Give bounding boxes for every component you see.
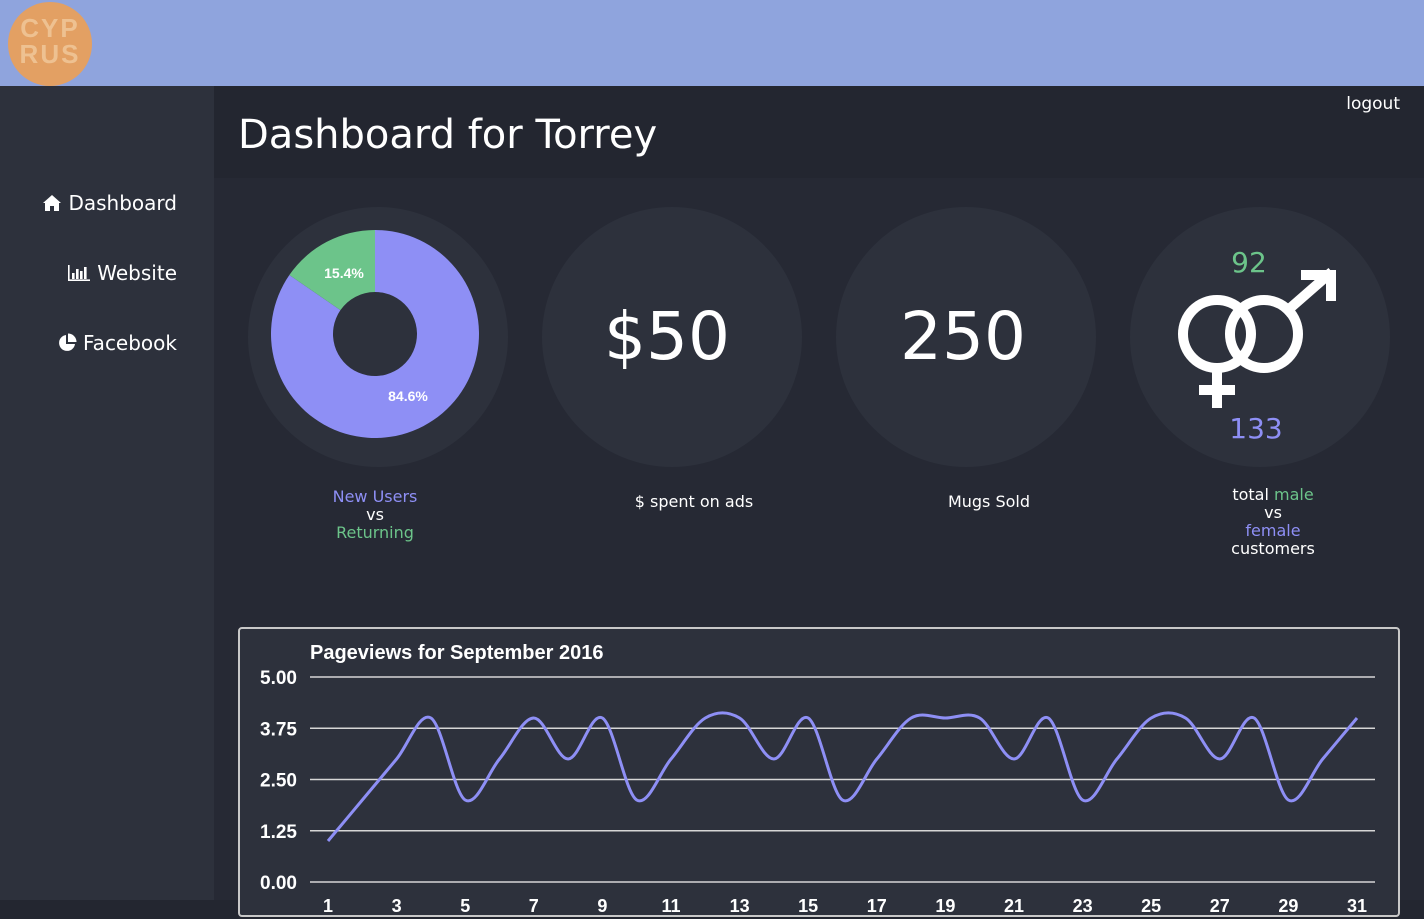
caption-total: total bbox=[1232, 485, 1269, 504]
female-count: 133 bbox=[1229, 412, 1283, 445]
y-tick-label: 2.50 bbox=[260, 771, 297, 792]
data-point-day-23[interactable] bbox=[1077, 794, 1089, 806]
caption-new-users: New Users bbox=[332, 487, 418, 506]
cyprus-logo[interactable]: CYP RUS bbox=[8, 2, 92, 86]
users-donut-chart: 15.4% 84.6% bbox=[271, 230, 479, 438]
x-tick-label: 13 bbox=[730, 896, 750, 916]
data-point-day-11[interactable] bbox=[665, 753, 677, 765]
mugs-sold-value: 250 bbox=[900, 298, 1026, 375]
data-point-day-22[interactable] bbox=[1042, 712, 1054, 724]
data-point-day-13[interactable] bbox=[734, 712, 746, 724]
users-stat-circle: 15.4% 84.6% bbox=[248, 207, 508, 467]
pageviews-chart-panel: Pageviews for September 2016 5.00 3.75 2.5… bbox=[238, 627, 1400, 917]
pageviews-series-line[interactable] bbox=[326, 711, 1359, 842]
data-point-day-27[interactable] bbox=[1214, 753, 1226, 765]
ads-spent-value: $50 bbox=[604, 298, 730, 375]
data-point-day-6[interactable] bbox=[494, 753, 506, 765]
logo-line-1: CYP bbox=[20, 13, 80, 43]
x-tick-label: 11 bbox=[661, 896, 680, 916]
male-count: 92 bbox=[1231, 246, 1267, 279]
data-point-day-24[interactable] bbox=[1111, 753, 1123, 765]
data-point-day-25[interactable] bbox=[1145, 712, 1157, 724]
sidebar-item-website[interactable]: Website bbox=[67, 261, 177, 285]
bar-chart-icon bbox=[67, 264, 91, 282]
data-point-day-8[interactable] bbox=[562, 753, 574, 765]
caption-vs: vs bbox=[366, 505, 384, 524]
caption-female: female bbox=[1245, 521, 1301, 540]
caption-male: male bbox=[1274, 485, 1314, 504]
x-tick-label: 27 bbox=[1210, 896, 1230, 916]
data-point-day-4[interactable] bbox=[425, 712, 437, 724]
sidebar-item-facebook[interactable]: Facebook bbox=[57, 331, 177, 355]
data-point-day-10[interactable] bbox=[631, 794, 643, 806]
data-point-day-21[interactable] bbox=[1008, 753, 1020, 765]
x-tick-label: 25 bbox=[1141, 896, 1161, 916]
mugs-stat-circle: 250 bbox=[836, 207, 1096, 467]
x-tick-label: 23 bbox=[1073, 896, 1093, 916]
x-tick-label: 31 bbox=[1347, 896, 1367, 916]
caption-customers: customers bbox=[1231, 539, 1315, 558]
data-point-day-20[interactable] bbox=[974, 712, 986, 724]
data-point-day-9[interactable] bbox=[596, 712, 608, 724]
data-point-day-30[interactable] bbox=[1317, 753, 1329, 765]
x-tick-label: 7 bbox=[529, 896, 539, 916]
y-tick-label: 3.75 bbox=[260, 719, 297, 740]
ads-stat-circle: $50 bbox=[542, 207, 802, 467]
y-tick-label: 5.00 bbox=[260, 668, 297, 689]
donut-label-new-users: 84.6% bbox=[388, 388, 428, 404]
data-point-day-15[interactable] bbox=[802, 712, 814, 724]
data-point-day-3[interactable] bbox=[391, 753, 403, 765]
x-tick-label: 15 bbox=[798, 896, 818, 916]
x-tick-label: 19 bbox=[935, 896, 955, 916]
data-point-day-19[interactable] bbox=[939, 712, 951, 724]
page-title: Dashboard for Torrey bbox=[238, 112, 658, 158]
ads-caption: $ spent on ads bbox=[634, 492, 754, 511]
y-tick-label: 1.25 bbox=[260, 822, 297, 843]
top-bar: CYP RUS bbox=[0, 0, 1424, 86]
sidebar-item-dashboard[interactable]: Dashboard bbox=[42, 191, 177, 215]
sidebar-item-label: Facebook bbox=[83, 331, 177, 355]
sidebar-item-label: Dashboard bbox=[68, 191, 177, 215]
x-tick-label: 29 bbox=[1278, 896, 1298, 916]
x-tick-label: 3 bbox=[392, 896, 402, 916]
data-point-day-1[interactable] bbox=[322, 835, 334, 847]
sidebar-item-label: Website bbox=[97, 261, 177, 285]
pageviews-line-chart: Pageviews for September 2016 5.00 3.75 2.5… bbox=[260, 642, 1375, 916]
data-point-day-12[interactable] bbox=[699, 712, 711, 724]
x-tick-label: 17 bbox=[867, 896, 887, 916]
sidebar: Dashboard Website Facebook bbox=[0, 86, 214, 900]
caption-vs: vs bbox=[1264, 503, 1282, 522]
x-tick-label: 21 bbox=[1004, 896, 1024, 916]
data-point-day-17[interactable] bbox=[871, 753, 883, 765]
logout-link[interactable]: logout bbox=[1346, 94, 1400, 114]
logo-line-2: RUS bbox=[19, 39, 81, 69]
caption-line-total: total male bbox=[1203, 486, 1343, 504]
users-caption: New Users vs Returning bbox=[305, 488, 445, 542]
data-point-day-14[interactable] bbox=[768, 753, 780, 765]
gender-caption: total male vs female customers bbox=[1203, 486, 1343, 558]
chart-title: Pageviews for September 2016 bbox=[310, 642, 603, 664]
data-point-day-5[interactable] bbox=[459, 794, 471, 806]
data-point-day-18[interactable] bbox=[905, 712, 917, 724]
y-tick-label: 0.00 bbox=[260, 873, 297, 894]
home-icon bbox=[42, 194, 62, 212]
donut-label-returning: 15.4% bbox=[324, 265, 364, 281]
x-tick-label: 5 bbox=[460, 896, 470, 916]
caption-returning: Returning bbox=[336, 523, 414, 542]
data-point-day-2[interactable] bbox=[356, 794, 368, 806]
data-point-day-28[interactable] bbox=[1248, 712, 1260, 724]
x-tick-label: 9 bbox=[597, 896, 607, 916]
pie-chart-icon bbox=[57, 333, 77, 353]
x-tick-label: 1 bbox=[323, 896, 333, 916]
data-point-day-29[interactable] bbox=[1282, 794, 1294, 806]
data-point-day-7[interactable] bbox=[528, 712, 540, 724]
data-point-day-31[interactable] bbox=[1351, 712, 1363, 724]
data-point-day-16[interactable] bbox=[837, 794, 849, 806]
data-point-day-26[interactable] bbox=[1180, 712, 1192, 724]
mugs-caption: Mugs Sold bbox=[947, 492, 1031, 511]
